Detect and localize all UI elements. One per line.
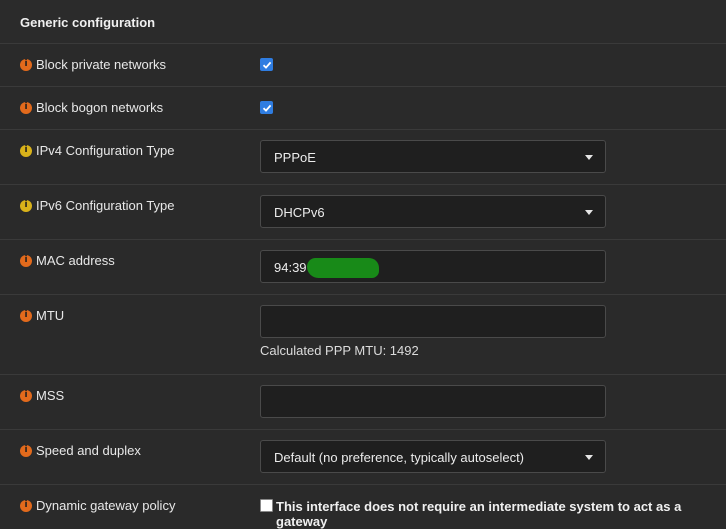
input-value: 94:39 bbox=[274, 260, 307, 275]
row-mss: i MSS bbox=[0, 375, 726, 430]
label-text: IPv6 Configuration Type bbox=[36, 198, 175, 213]
info-icon[interactable]: i bbox=[20, 199, 32, 212]
block-private-checkbox[interactable] bbox=[260, 58, 273, 71]
label-text: MTU bbox=[36, 308, 65, 323]
speed-duplex-select[interactable]: Default (no preference, typically autose… bbox=[260, 440, 606, 473]
label-mac-address: i MAC address bbox=[20, 253, 115, 268]
row-block-private: i Block private networks bbox=[0, 44, 726, 87]
row-block-bogon: i Block bogon networks bbox=[0, 87, 726, 130]
info-icon[interactable]: i bbox=[20, 254, 32, 267]
ipv4-type-select[interactable]: PPPoE bbox=[260, 140, 606, 173]
mtu-input[interactable] bbox=[260, 305, 606, 338]
row-gateway-policy: i Dynamic gateway policy This interface … bbox=[0, 485, 726, 529]
caret-down-icon bbox=[585, 455, 593, 460]
section-header: Generic configuration bbox=[0, 0, 726, 44]
mss-input[interactable] bbox=[260, 385, 606, 418]
label-text: MAC address bbox=[36, 253, 115, 268]
info-icon[interactable]: i bbox=[20, 101, 32, 114]
select-value: DHCPv6 bbox=[274, 205, 325, 220]
label-mss: i MSS bbox=[20, 388, 64, 403]
label-text: Block private networks bbox=[36, 57, 167, 72]
label-ipv6-type: i IPv6 Configuration Type bbox=[20, 198, 175, 213]
ipv6-type-select[interactable]: DHCPv6 bbox=[260, 195, 606, 228]
select-value: PPPoE bbox=[274, 150, 316, 165]
label-text: MSS bbox=[36, 388, 65, 403]
mtu-helper-text: Calculated PPP MTU: 1492 bbox=[260, 343, 419, 358]
row-ipv4-type: i IPv4 Configuration Type PPPoE bbox=[0, 130, 726, 185]
info-icon[interactable]: i bbox=[20, 309, 32, 322]
row-ipv6-type: i IPv6 Configuration Type DHCPv6 bbox=[0, 185, 726, 240]
caret-down-icon bbox=[585, 155, 593, 160]
select-value: Default (no preference, typically autose… bbox=[274, 450, 525, 465]
label-text: IPv4 Configuration Type bbox=[36, 143, 175, 158]
info-icon[interactable]: i bbox=[20, 444, 32, 457]
redaction-mark bbox=[307, 258, 379, 278]
row-speed-duplex: i Speed and duplex Default (no preferenc… bbox=[0, 430, 726, 485]
label-speed-duplex: i Speed and duplex bbox=[20, 443, 141, 458]
row-mtu: i MTU Calculated PPP MTU: 1492 bbox=[0, 295, 726, 375]
block-bogon-checkbox[interactable] bbox=[260, 101, 273, 114]
info-icon[interactable]: i bbox=[20, 499, 32, 512]
check-icon bbox=[262, 61, 271, 69]
label-mtu: i MTU bbox=[20, 308, 64, 323]
label-ipv4-type: i IPv4 Configuration Type bbox=[20, 143, 175, 158]
info-icon[interactable]: i bbox=[20, 389, 32, 402]
info-icon[interactable]: i bbox=[20, 58, 32, 71]
caret-down-icon bbox=[585, 210, 593, 215]
gateway-policy-text[interactable]: This interface does not require an inter… bbox=[276, 499, 726, 529]
info-icon[interactable]: i bbox=[20, 144, 32, 157]
label-gateway-policy: i Dynamic gateway policy bbox=[20, 498, 175, 513]
label-text: Block bogon networks bbox=[36, 100, 164, 115]
label-block-private: i Block private networks bbox=[20, 57, 166, 72]
label-text: Dynamic gateway policy bbox=[36, 498, 176, 513]
gateway-policy-checkbox[interactable] bbox=[260, 499, 273, 512]
label-block-bogon: i Block bogon networks bbox=[20, 100, 163, 115]
label-text: Speed and duplex bbox=[36, 443, 141, 458]
check-icon bbox=[262, 104, 271, 112]
section-title: Generic configuration bbox=[20, 15, 156, 30]
